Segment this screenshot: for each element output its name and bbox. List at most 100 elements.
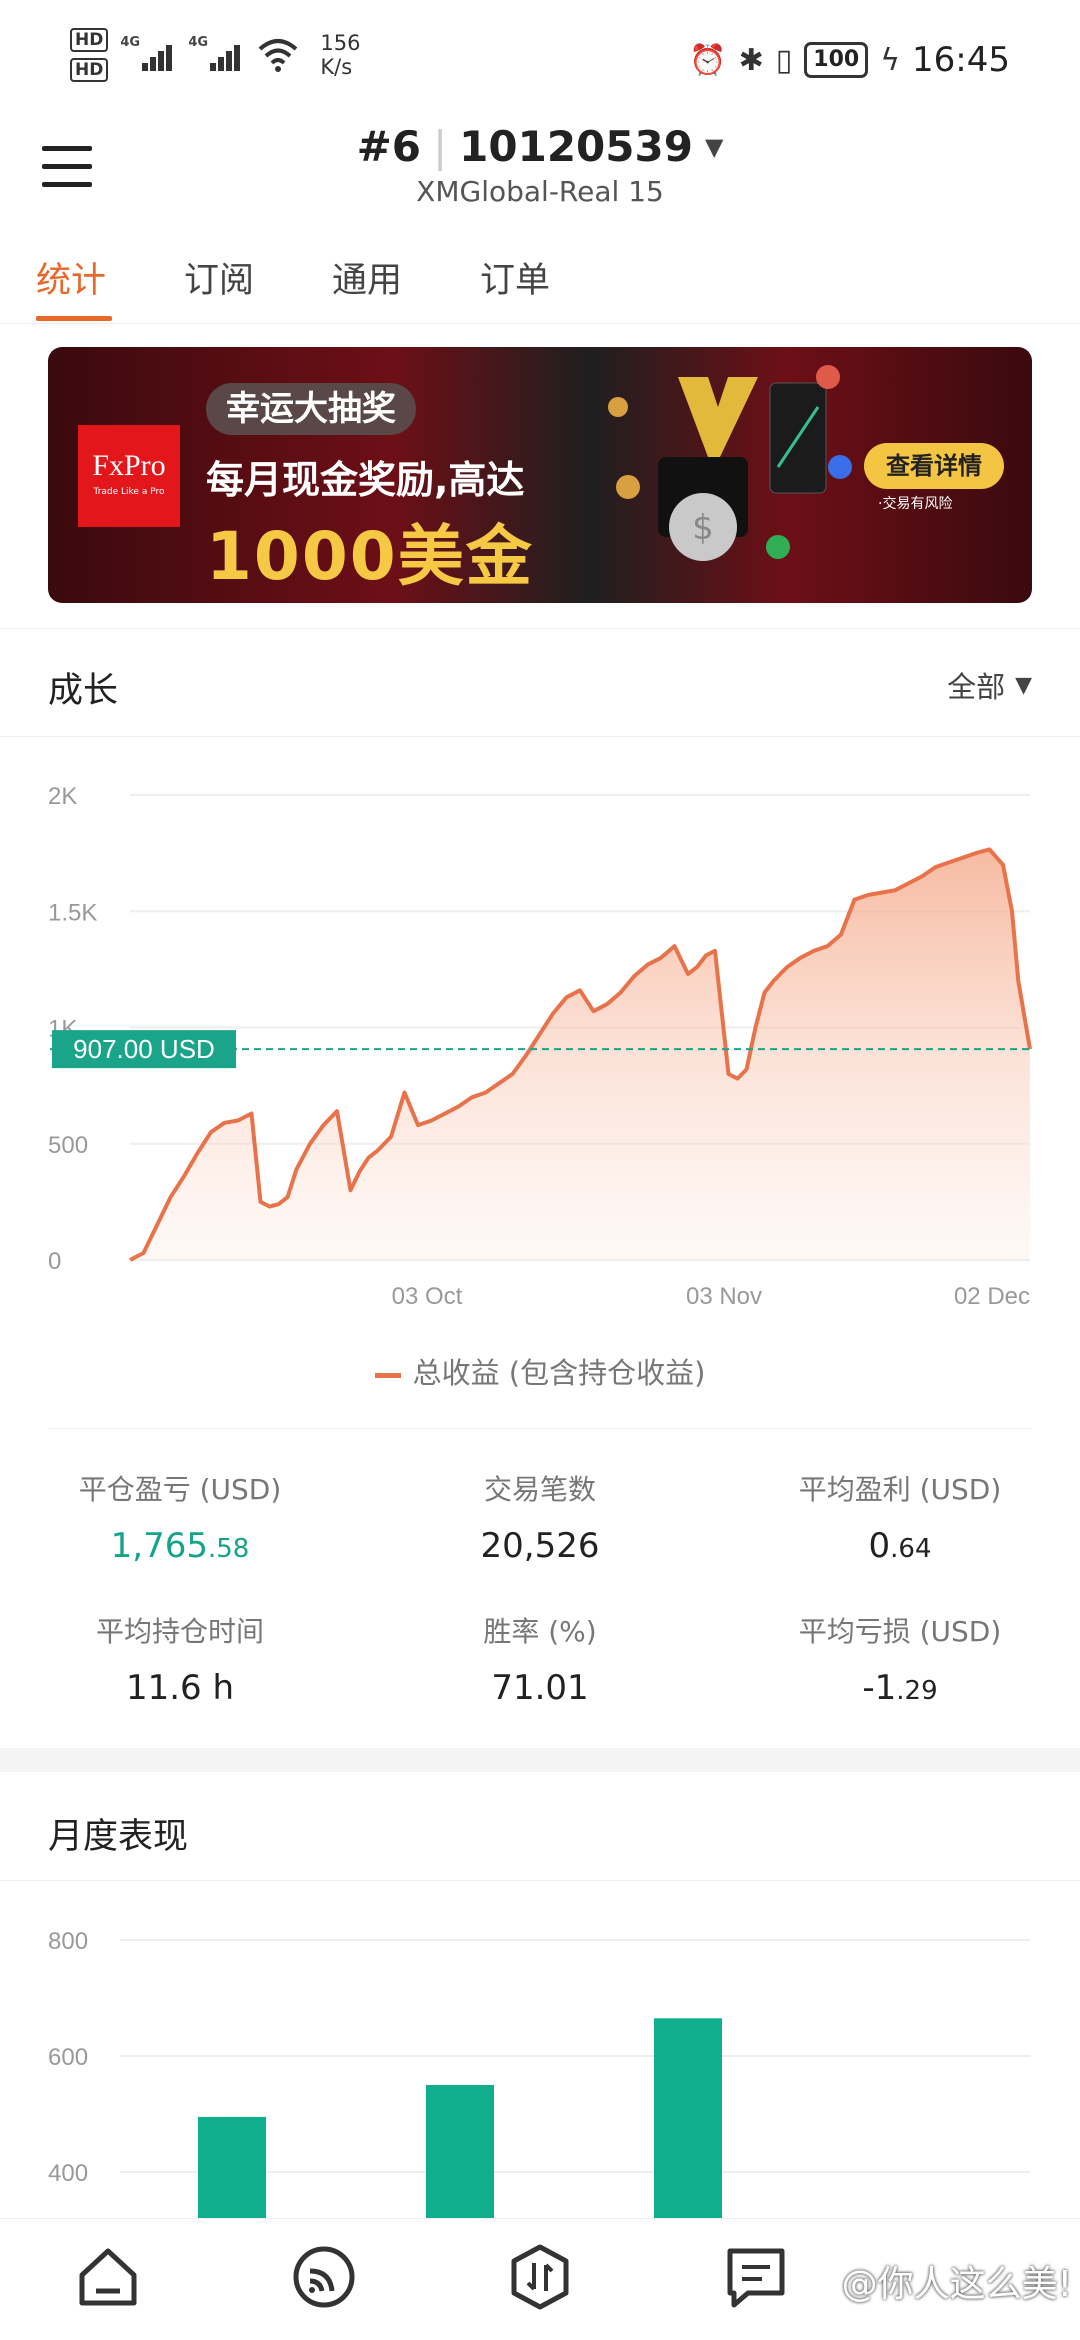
speed-value: 156 [320,31,361,55]
stat-value-main: 20,526 [480,1526,600,1566]
stat-item: 平均持仓时间 11.6 h [0,1610,360,1708]
account-index: #6 [356,122,421,171]
active-tab-indicator [36,316,112,321]
chart-legend: 总收益 (包含持仓收益) [0,1350,1080,1392]
y-tick-label: 600 [48,2044,88,2071]
stat-value-main: 1,765 [110,1526,208,1566]
stat-item: 平均盈利 (USD) 0.64 [720,1468,1080,1566]
stat-value: 11.6 h [0,1668,360,1708]
signal-1-label: 4G [120,35,141,50]
stat-label: 平均持仓时间 [95,1615,264,1648]
growth-chart: 2K1.5K1K500003 Oct 03 Nov 02 Dec907.00 USD [48,783,1032,1310]
home-icon[interactable] [72,2241,144,2313]
hd-badge-2: HD [70,58,109,82]
x-tick-label: 03 Oct [392,1283,463,1310]
stat-value-decimals: .29 [896,1676,938,1706]
divider [0,736,1080,737]
y-tick-label: 500 [48,1132,88,1159]
stat-item: 平均亏损 (USD) -1.29 [720,1610,1080,1708]
y-tick-label: 0 [48,1248,61,1275]
range-label: 全部 [947,670,1006,704]
hd-indicators: HD HD [70,28,109,82]
alarm-icon: ⏰ [689,42,727,78]
tab-subscribe[interactable]: 订阅 [184,252,254,303]
fxpro-logo: FxPro Trade Like a Pro [78,425,180,527]
monthly-bar [654,2018,722,2220]
stat-value-main: 11.6 h [125,1668,235,1708]
trade-icon[interactable] [504,2241,576,2313]
banner-cta-button[interactable]: 查看详情 [864,443,1004,489]
divider [48,1428,1032,1429]
account-number: 10120539 [459,122,693,171]
reference-label: 907.00 USD [73,1034,215,1064]
tab-general[interactable]: 通用 [332,252,402,303]
account-divider: | [433,122,448,171]
stat-value-main: 0 [868,1526,891,1566]
stat-value: 0.64 [720,1526,1080,1566]
app-header: #6 | 10120539 ▼ XMGlobal-Real 15 [0,120,1080,220]
legend-swatch [374,1372,401,1378]
status-left: HD HD 4G 4G 156 K/s [70,28,360,82]
tab-bar: 统计 订阅 通用 订单 [0,240,1080,324]
stat-value-main: 71.01 [491,1668,589,1708]
stat-item: 交易笔数 20,526 [360,1468,720,1566]
stat-value: 20,526 [360,1526,720,1566]
stat-label: 平均亏损 (USD) [798,1615,1002,1648]
divider [0,628,1080,629]
stat-label: 交易笔数 [483,1473,596,1506]
charging-icon: ϟ [880,42,901,78]
promo-banner[interactable]: FxPro Trade Like a Pro 幸运大抽奖 每月现金奖励,高达 1… [48,347,1032,603]
stat-item: 胜率 (%) 71.01 [360,1610,720,1708]
caret-down-icon: ▼ [704,132,724,161]
stat-value-decimals: .64 [890,1534,932,1564]
section-gap [0,1748,1080,1772]
x-tick-label: 02 Dec [954,1283,1030,1310]
banner-brand: FxPro [92,449,166,482]
banner-illustration: $ [608,365,852,561]
tab-orders[interactable]: 订单 [480,252,550,303]
status-bar: HD HD 4G 4G 156 K/s ⏰ ✱ ▯ 100 ϟ 16:45 [0,0,1080,120]
banner-amount: 1000美金 [206,518,534,595]
hd-badge-1: HD [70,28,109,52]
account-selector[interactable]: #6 | 10120539 ▼ XMGlobal-Real 15 [0,122,1080,208]
y-tick-label: 1.5K [48,899,97,926]
stat-value: 71.01 [360,1668,720,1708]
monthly-bar [198,2116,266,2220]
tab-statistics[interactable]: 统计 [36,252,106,303]
stat-value-main: -1 [862,1668,897,1708]
banner-brand-tagline: Trade Like a Pro [93,487,165,497]
stat-value-decimals: .58 [207,1534,250,1564]
stat-label: 平仓盈亏 (USD) [78,1473,282,1506]
y-tick-label: 2K [48,783,77,810]
banner-pill: 幸运大抽奖 [206,383,416,435]
watermark: @你人这么美! [841,2264,1072,2305]
signal-icon-2: 4G [188,35,244,75]
stat-value: 1,765.58 [0,1526,360,1566]
stat-value: -1.29 [720,1668,1080,1708]
caret-down-icon: ▼ [1015,672,1032,698]
bottom-navigation: @你人这么美! [0,2218,1080,2340]
svg-text:$: $ [692,508,714,548]
legend-label: 总收益 (包含持仓收益) [412,1356,706,1390]
stat-label: 平均盈利 (USD) [798,1473,1002,1506]
y-tick-label: 400 [48,2160,88,2187]
monthly-title: 月度表现 [48,1817,189,1857]
monthly-bar [426,2085,494,2220]
signal-2-label: 4G [188,35,209,50]
monthly-chart: 800 600 400 [48,1928,1030,2220]
messages-icon[interactable] [720,2241,792,2313]
bluetooth-icon: ✱ [738,42,764,78]
signal-icon-1: 4G [120,35,176,75]
status-right: ⏰ ✱ ▯ 100 ϟ 16:45 [689,40,1010,80]
x-tick-label: 03 Nov [686,1283,762,1310]
range-dropdown[interactable]: 全部 ▼ [947,664,1032,706]
speed-unit: K/s [320,55,353,79]
clock: 16:45 [912,40,1010,80]
banner-risk-note: ·交易有风险 [878,496,953,512]
feed-icon[interactable] [288,2241,360,2313]
vibrate-icon: ▯ [775,42,793,78]
y-tick-label: 800 [48,1928,88,1955]
network-speed: 156 K/s [320,31,360,79]
growth-title: 成长 [48,671,119,711]
stat-label: 胜率 (%) [483,1615,597,1648]
